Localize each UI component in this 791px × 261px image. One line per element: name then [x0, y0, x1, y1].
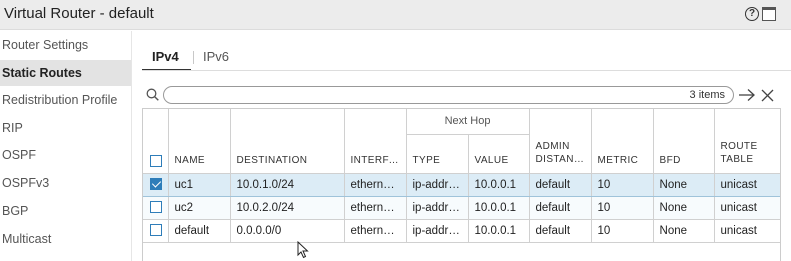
sidebar-item-ospfv3[interactable]: OSPFv3 — [0, 170, 131, 196]
sidebar-item-static-routes[interactable]: Static Routes — [0, 60, 131, 86]
column-header-type[interactable]: TYPE — [406, 134, 469, 174]
filter-field[interactable]: 3 items — [163, 86, 734, 104]
table-row[interactable]: uc2 10.0.2.0/24 ethernet1/1 ip-address 1… — [143, 196, 780, 220]
row-checkbox[interactable] — [150, 178, 162, 191]
select-all-header — [143, 109, 169, 174]
cell-bfd: None — [653, 196, 715, 220]
sidebar-item-rip[interactable]: RIP — [0, 115, 131, 141]
filter-input[interactable] — [172, 88, 612, 102]
cell-value: 10.0.0.1 — [468, 196, 530, 220]
cell-route-table: unicast — [714, 196, 780, 220]
cell-metric: 10 — [591, 196, 654, 220]
table-row[interactable]: default 0.0.0.0/0 ethernet1/1 ip-address… — [143, 219, 780, 243]
cell-metric: 10 — [591, 172, 654, 197]
column-group-next-hop: Next Hop — [406, 109, 530, 135]
cell-route-table: unicast — [714, 219, 780, 243]
sidebar-item-multicast[interactable]: Multicast — [0, 226, 131, 252]
column-header-metric[interactable]: METRIC — [591, 109, 654, 174]
sidebar-item-bgp[interactable]: BGP — [0, 198, 131, 224]
cell-type: ip-address — [406, 196, 469, 220]
cell-destination: 10.0.1.0/24 — [230, 172, 345, 197]
table-row[interactable]: uc1 10.0.1.0/24 ethernet1/1 ip-address 1… — [143, 172, 780, 197]
cell-bfd: None — [653, 219, 715, 243]
sidebar-item-ospf[interactable]: OSPF — [0, 142, 131, 168]
apply-filter-icon[interactable] — [738, 88, 756, 102]
cell-admin-distance: default — [529, 172, 592, 197]
column-header-route-table[interactable]: ROUTE TABLE — [714, 109, 780, 174]
cell-destination: 0.0.0.0/0 — [230, 219, 345, 243]
static-routes-grid: NAME DESTINATION INTERFACE Next Hop ADMI… — [142, 108, 781, 261]
sidebar: Router Settings Static Routes Redistribu… — [0, 31, 131, 261]
column-header-destination[interactable]: DESTINATION — [230, 109, 345, 174]
cell-name[interactable]: default — [168, 219, 231, 243]
cell-type: ip-address — [406, 219, 469, 243]
cell-admin-distance: default — [529, 219, 592, 243]
sidebar-item-router-settings[interactable]: Router Settings — [0, 32, 131, 58]
tab-ipv4[interactable]: IPv4 — [152, 49, 179, 64]
cell-name[interactable]: uc1 — [168, 172, 231, 197]
cell-interface: ethernet1/1 — [344, 196, 407, 220]
tab-ipv6[interactable]: IPv6 — [203, 49, 229, 64]
cell-metric: 10 — [591, 219, 654, 243]
row-checkbox[interactable] — [150, 224, 162, 237]
cell-name[interactable]: uc2 — [168, 196, 231, 220]
cell-destination: 10.0.2.0/24 — [230, 196, 345, 220]
cell-type: ip-address — [406, 172, 469, 197]
column-header-name[interactable]: NAME — [168, 109, 231, 174]
tab-bar-rule — [142, 70, 791, 71]
cell-route-table: unicast — [714, 172, 780, 197]
cell-interface: ethernet1/1 — [344, 219, 407, 243]
column-header-interface[interactable]: INTERFACE — [344, 109, 407, 174]
column-header-admin-distance[interactable]: ADMIN DISTANCE — [529, 109, 592, 174]
cell-value: 10.0.0.1 — [468, 219, 530, 243]
mouse-cursor-icon — [297, 241, 309, 259]
items-count: 3 items — [689, 89, 725, 101]
clear-filter-icon[interactable] — [761, 89, 774, 102]
cell-bfd: None — [653, 172, 715, 197]
sidebar-divider — [131, 31, 132, 261]
dialog-title-bar: Virtual Router - default ? — [0, 0, 791, 30]
column-header-bfd[interactable]: BFD — [653, 109, 715, 174]
window-icon[interactable] — [762, 7, 776, 21]
dialog-title: Virtual Router - default — [4, 5, 154, 22]
search-icon — [146, 88, 159, 101]
help-icon[interactable]: ? — [745, 7, 759, 21]
column-header-value[interactable]: VALUE — [468, 134, 530, 174]
sidebar-item-redistribution-profile[interactable]: Redistribution Profile — [0, 87, 131, 113]
tab-separator — [193, 51, 194, 64]
static-routes-table: NAME DESTINATION INTERFACE Next Hop ADMI… — [143, 109, 780, 243]
select-all-checkbox[interactable] — [150, 154, 162, 167]
cell-value: 10.0.0.1 — [468, 172, 530, 197]
cell-admin-distance: default — [529, 196, 592, 220]
row-checkbox[interactable] — [150, 201, 162, 214]
cell-interface: ethernet1/1 — [344, 172, 407, 197]
